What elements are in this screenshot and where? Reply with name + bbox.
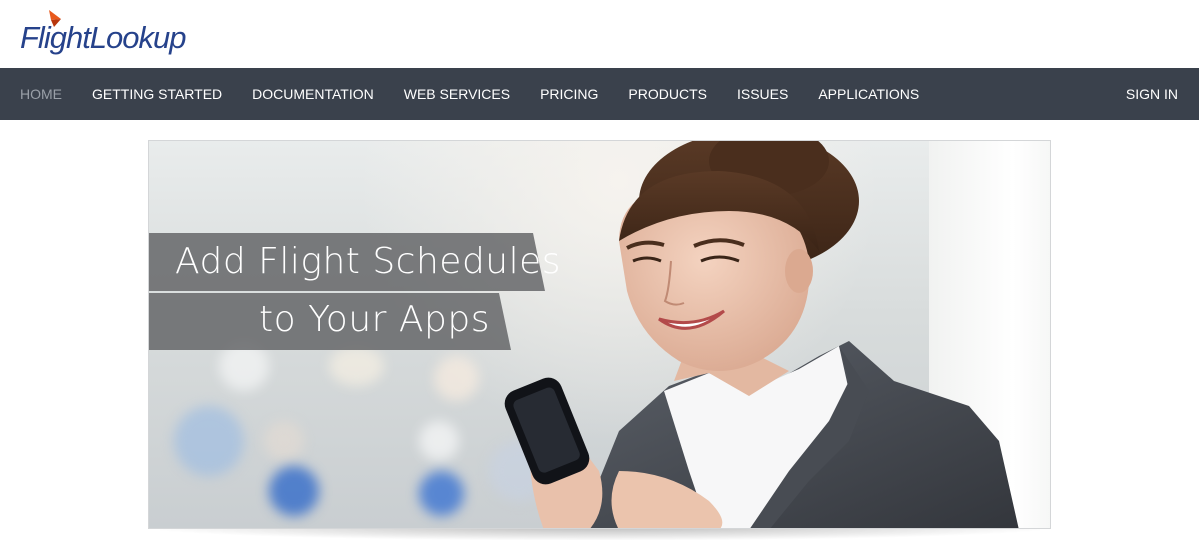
nav-item-home[interactable]: HOME xyxy=(5,68,77,120)
site-header: FlightLookup xyxy=(0,0,1199,68)
flightlookup-logo[interactable]: FlightLookup xyxy=(20,8,220,60)
nav-item-issues[interactable]: ISSUES xyxy=(722,68,803,120)
nav-menu: HOME GETTING STARTED DOCUMENTATION WEB S… xyxy=(5,68,934,120)
hero-headline-line-1: Add Flight Schedules xyxy=(175,241,562,282)
logo-text: FlightLookup xyxy=(20,20,187,55)
sign-in-link[interactable]: SIGN IN xyxy=(1111,68,1193,120)
nav-item-applications[interactable]: APPLICATIONS xyxy=(803,68,934,120)
hero-banner: Add Flight Schedules to Your Apps xyxy=(148,140,1051,529)
hero-headline-line-2: to Your Apps xyxy=(259,299,490,340)
nav-item-getting-started[interactable]: GETTING STARTED xyxy=(77,68,237,120)
nav-item-products[interactable]: PRODUCTS xyxy=(613,68,722,120)
main-navigation: HOME GETTING STARTED DOCUMENTATION WEB S… xyxy=(0,68,1199,120)
nav-item-web-services[interactable]: WEB SERVICES xyxy=(389,68,525,120)
nav-item-pricing[interactable]: PRICING xyxy=(525,68,613,120)
nav-item-documentation[interactable]: DOCUMENTATION xyxy=(237,68,389,120)
